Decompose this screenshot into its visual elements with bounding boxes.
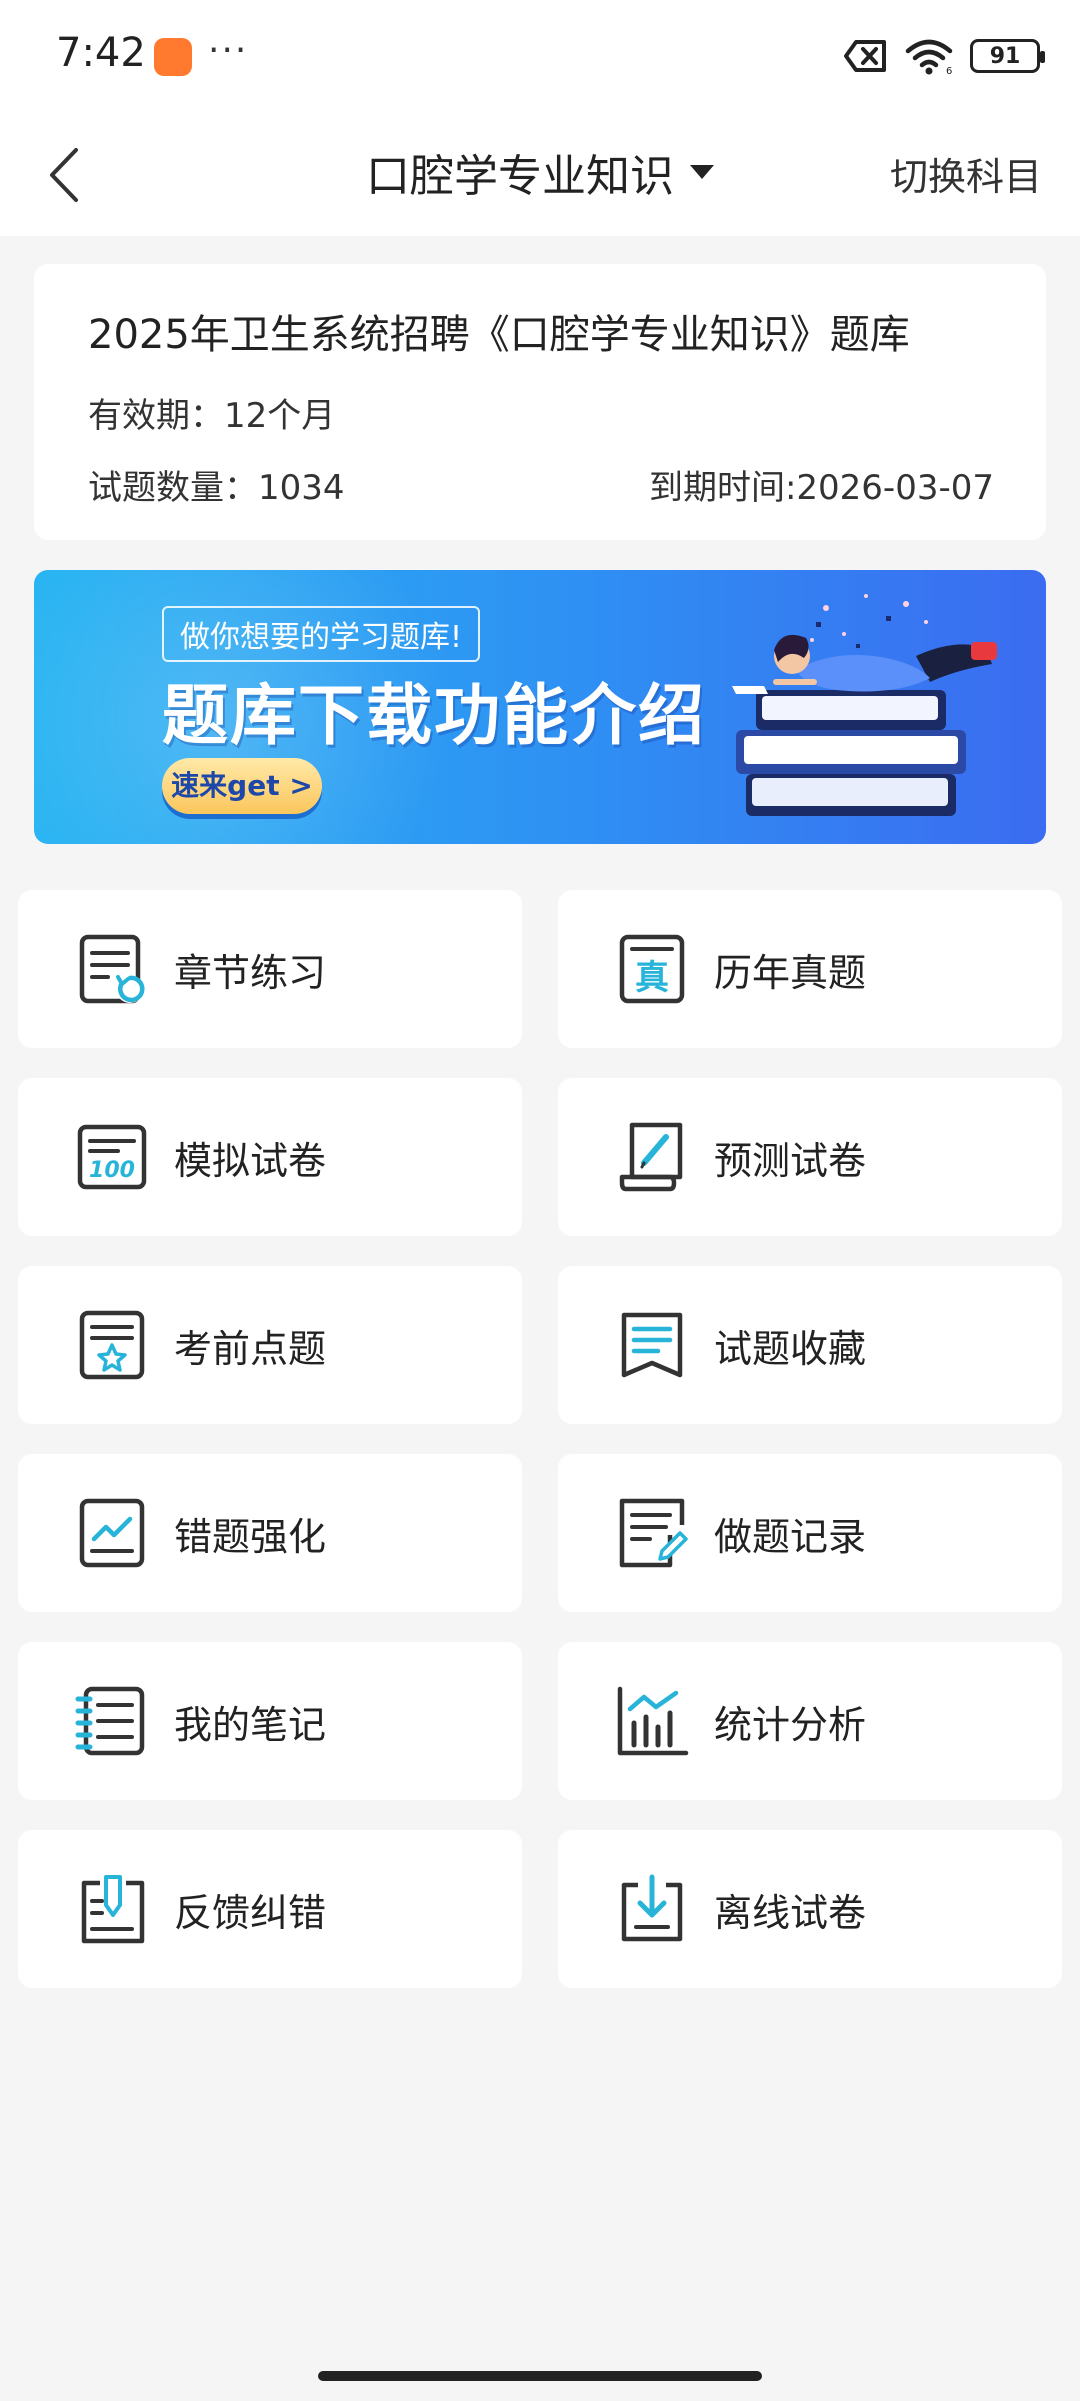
menu-pre-exam-tips[interactable]: 考前点题 — [18, 1266, 522, 1424]
pre-exam-tips-icon — [79, 1310, 145, 1380]
menu-label: 考前点题 — [174, 1326, 327, 1371]
top-bar: 7:42 ··· 6 91 口腔学专业知识 切换科目 — [0, 0, 1080, 236]
status-time: 7:42 — [56, 30, 146, 76]
notes-icon — [75, 1686, 145, 1756]
menu-chapter-practice[interactable]: 章节练习 — [18, 890, 522, 1048]
menu-statistics[interactable]: 统计分析 — [558, 1642, 1062, 1800]
sim-off-icon — [844, 40, 886, 72]
menu-label: 模拟试卷 — [174, 1138, 327, 1183]
svg-text:6: 6 — [946, 66, 952, 75]
menu-label: 统计分析 — [714, 1702, 867, 1747]
svg-text:真: 真 — [635, 958, 669, 998]
practice-history-icon — [619, 1498, 688, 1568]
prediction-exam-icon — [619, 1122, 683, 1192]
menu-label: 章节练习 — [174, 950, 327, 995]
menu-label: 反馈纠错 — [174, 1890, 327, 1935]
question-count: 试题数量：1034 — [88, 468, 345, 508]
navigation-bar: 口腔学专业知识 切换科目 — [0, 110, 1080, 236]
menu-favorites[interactable]: 试题收藏 — [558, 1266, 1062, 1424]
favorites-icon — [621, 1312, 683, 1378]
menu-label: 试题收藏 — [714, 1326, 867, 1371]
feedback-icon — [81, 1875, 145, 1944]
study-illustration-icon — [732, 594, 997, 816]
menu-label: 错题强化 — [174, 1514, 327, 1559]
offline-exam-icon — [621, 1874, 683, 1942]
menu-label: 离线试卷 — [714, 1890, 867, 1935]
menu-label: 我的笔记 — [174, 1702, 327, 1747]
chapter-practice-icon — [79, 934, 145, 1004]
battery-icon: 91 — [970, 39, 1045, 73]
menu-label: 历年真题 — [714, 950, 867, 995]
expiry-date: 到期时间:2026-03-07 — [648, 468, 994, 508]
status-icons: 6 91 — [844, 36, 1045, 76]
menu-practice-history[interactable]: 做题记录 — [558, 1454, 1062, 1612]
validity-period: 有效期：12个月 — [88, 396, 336, 436]
statistics-icon — [617, 1686, 689, 1756]
caret-down-icon — [690, 165, 714, 179]
menu-label: 预测试卷 — [714, 1138, 867, 1183]
switch-subject-button[interactable]: 切换科目 — [890, 146, 1042, 201]
svg-text:100: 100 — [89, 1158, 135, 1183]
menu-past-exams[interactable]: 真 历年真题 — [558, 890, 1062, 1048]
mock-exam-icon: 100 — [77, 1124, 147, 1190]
past-exams-icon: 真 — [619, 934, 685, 1004]
status-bar: 7:42 ··· 6 91 — [0, 0, 1080, 110]
home-indicator[interactable] — [318, 2371, 762, 2381]
app-notification-icon — [154, 38, 192, 76]
question-bank-title: 2025年卫生系统招聘《口腔学专业知识》题库 — [88, 312, 910, 358]
menu-feedback[interactable]: 反馈纠错 — [18, 1830, 522, 1988]
menu-offline-exam[interactable]: 离线试卷 — [558, 1830, 1062, 1988]
menu-wrong-questions[interactable]: 错题强化 — [18, 1454, 522, 1612]
feature-menu-grid: 章节练习 真 历年真题 100 模拟试卷 预测试卷 考前点题 试题收藏 错题强化… — [18, 890, 1062, 1988]
page-title: 口腔学专业知识 — [366, 151, 674, 202]
banner-tag: 做你想要的学习题库! — [162, 606, 481, 662]
status-more: ··· — [208, 30, 249, 71]
promo-banner[interactable]: 做你想要的学习题库! 题库下载功能介绍 速来get > — [34, 570, 1046, 844]
menu-label: 做题记录 — [714, 1514, 867, 1559]
menu-prediction-exam[interactable]: 预测试卷 — [558, 1078, 1062, 1236]
question-bank-info-card: 2025年卫生系统招聘《口腔学专业知识》题库 有效期：12个月 试题数量：103… — [34, 264, 1046, 540]
banner-cta-button[interactable]: 速来get > — [162, 758, 322, 814]
wifi-icon: 6 — [905, 39, 952, 75]
banner-headline: 题库下载功能介绍 — [162, 677, 706, 754]
wrong-questions-icon — [79, 1498, 145, 1568]
menu-notes[interactable]: 我的笔记 — [18, 1642, 522, 1800]
menu-mock-exam[interactable]: 100 模拟试卷 — [18, 1078, 522, 1236]
